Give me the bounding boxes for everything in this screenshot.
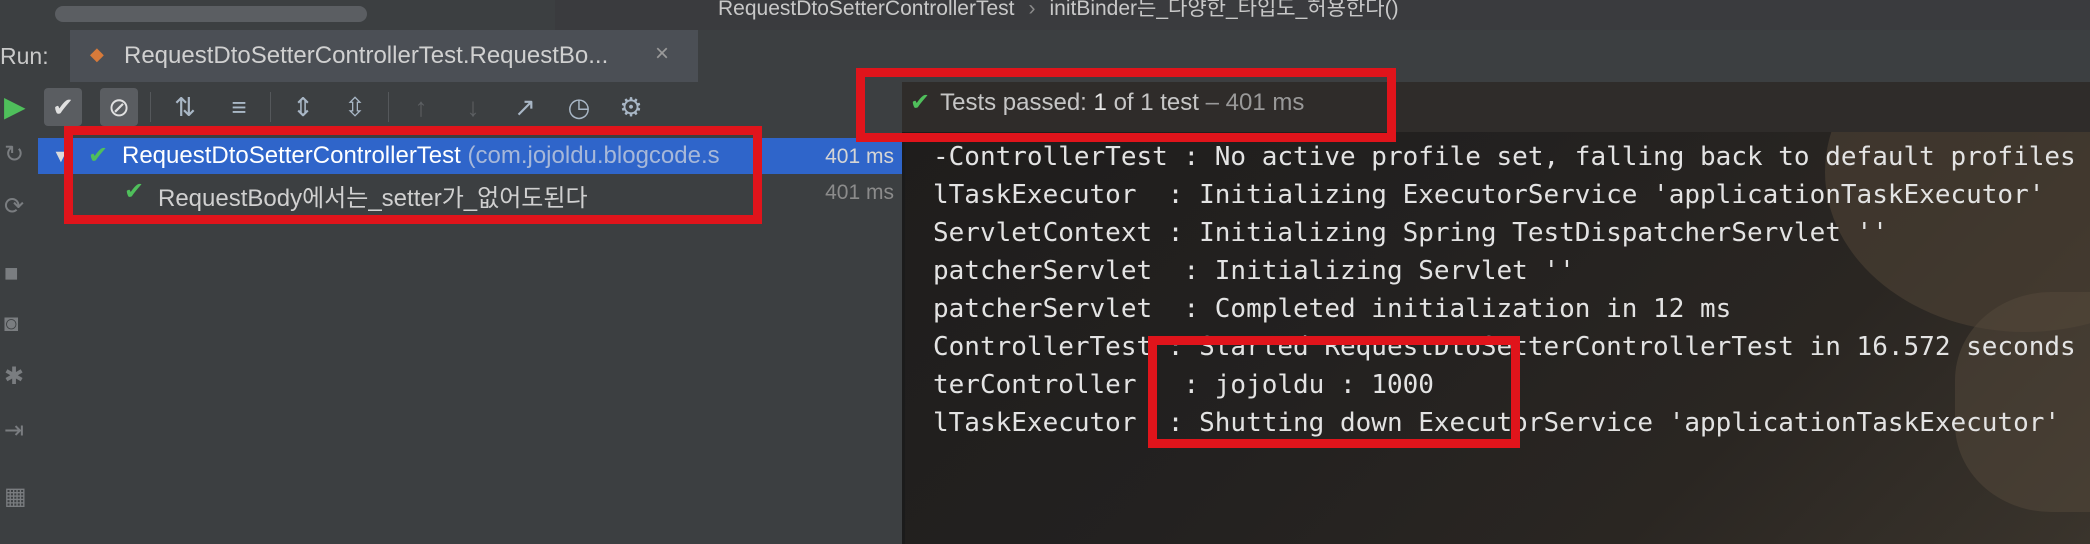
run-tab-title: RequestDtoSetterControllerTest.RequestBo… (124, 42, 609, 69)
log-line: ServletContext : Initializing Spring Tes… (933, 218, 1888, 248)
breadcrumb: RequestDtoSetterControllerTest › initBinde… (718, 0, 1399, 20)
run-actions-strip: ▶ ↻ ⟳ ■ ◙ ✱ ⇥ ▦ (0, 82, 39, 544)
collapse-all-icon[interactable]: ⇳ (336, 88, 374, 126)
navigation-bar: RequestDtoSetterControllerTest › initBinde… (0, 0, 2090, 30)
export-icon[interactable]: ↗ (506, 88, 544, 126)
run-configuration-tab[interactable]: ◆ RequestDtoSetterControllerTest.Request… (70, 30, 698, 82)
highlight-box-status (856, 68, 1396, 142)
log-line: patcherServlet : Initializing Servlet '' (933, 256, 1575, 286)
layout-icon[interactable]: ▦ (4, 482, 27, 511)
log-line: -ControllerTest : No active profile set,… (933, 142, 2076, 172)
test-duration: 401 ms (825, 145, 894, 168)
sort-alphabetically-icon[interactable]: ⇅ (166, 88, 204, 126)
next-failed-icon[interactable]: ↓ (454, 88, 492, 126)
test-config-icon: ◆ (90, 44, 104, 64)
test-history-icon[interactable]: ◷ (560, 88, 598, 126)
expand-all-icon[interactable]: ⇕ (284, 88, 322, 126)
close-icon[interactable]: × (655, 40, 669, 68)
gear-icon[interactable]: ⚙ (612, 88, 650, 126)
camera-icon[interactable]: ◙ (4, 310, 19, 338)
horizontal-scrollbar[interactable] (55, 6, 367, 22)
background-art (1955, 292, 2090, 512)
toggle-auto-test-icon[interactable]: ⟳ (4, 192, 24, 221)
log-line: lTaskExecutor : Initializing ExecutorSer… (933, 180, 2045, 210)
breadcrumb-method[interactable]: initBinder는_다양한_타입도_허용한다() (1049, 0, 1398, 20)
debug-icon[interactable]: ✱ (4, 362, 24, 391)
run-label: Run: (0, 43, 49, 69)
rerun-failed-icon[interactable]: ↻ (4, 140, 24, 169)
test-runner-toolbar: ✔ ⊘ ⇅ ≡ ⇕ ⇳ ↑ ↓ ↗ ◷ ⚙ (38, 82, 902, 132)
test-duration: 401 ms (825, 181, 894, 204)
show-passed-icon[interactable]: ✔ (44, 88, 82, 126)
editor-left-pane (0, 0, 555, 30)
rerun-icon[interactable]: ▶ (4, 90, 26, 123)
breadcrumb-class[interactable]: RequestDtoSetterControllerTest (718, 0, 1014, 20)
log-line: patcherServlet : Completed initializatio… (933, 294, 1732, 324)
toolbar-separator (270, 92, 271, 122)
highlight-box-console (1148, 336, 1520, 448)
toolbar-separator (150, 92, 151, 122)
show-ignored-icon[interactable]: ⊘ (100, 88, 138, 126)
toolbar-separator (388, 92, 389, 122)
exit-icon[interactable]: ⇥ (4, 416, 24, 445)
sort-by-duration-icon[interactable]: ≡ (220, 88, 258, 126)
previous-failed-icon[interactable]: ↑ (402, 88, 440, 126)
stop-icon[interactable]: ■ (4, 260, 19, 288)
breadcrumb-separator: › (1028, 0, 1036, 20)
highlight-box-tree (64, 126, 762, 224)
